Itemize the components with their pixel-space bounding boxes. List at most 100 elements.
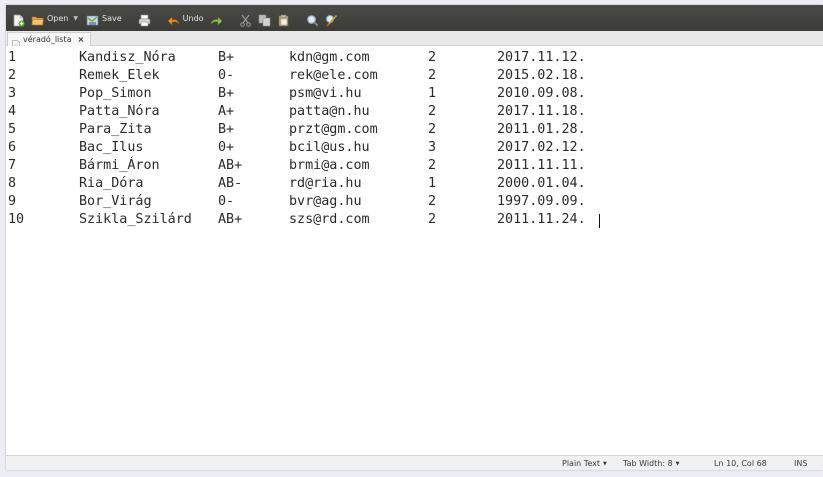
line-date: 2015.02.18. xyxy=(497,68,586,83)
line-id: 1 xyxy=(8,50,17,65)
line-email: bvr@ag.hu xyxy=(289,194,362,209)
line-blood-type: A+ xyxy=(218,104,235,119)
status-bar: Plain Text ▼ Tab Width: 8 ▼ Ln 10, Col 68 … xyxy=(6,455,823,470)
line-date: 2011.11.24. xyxy=(497,212,586,227)
line-count: 2 xyxy=(428,104,437,119)
line-date: 2017.11.12. xyxy=(497,50,586,65)
text-line: 6 Bac_Ilus 0+ bcil@us.hu 3 2017.02.12. xyxy=(8,139,586,157)
line-email: rek@ele.com xyxy=(289,68,378,83)
line-name: Kandisz_Nóra xyxy=(79,50,176,65)
line-email: psm@vi.hu xyxy=(289,86,362,101)
paste-button[interactable] xyxy=(277,12,290,26)
line-id: 4 xyxy=(8,104,17,119)
line-count: 2 xyxy=(428,122,437,137)
tab-document[interactable]: véradó_lista × xyxy=(7,32,92,50)
line-name: Patta_Nóra xyxy=(79,104,160,119)
tab-width-label: Tab Width: 8 xyxy=(623,459,673,468)
text-line: 9 Bor_Virág 0- bvr@ag.hu 2 1997.09.09. xyxy=(8,193,586,211)
tab-bar: véradó_lista × xyxy=(6,31,823,50)
printer-icon xyxy=(138,12,151,26)
open-dropdown-arrow[interactable]: ▼ xyxy=(73,15,78,22)
line-name: Bor_Virág xyxy=(79,194,152,209)
line-id: 3 xyxy=(8,86,17,101)
find-button[interactable] xyxy=(306,12,319,26)
line-date: 2017.02.12. xyxy=(497,140,586,155)
print-button[interactable] xyxy=(138,12,151,26)
line-blood-type: B+ xyxy=(218,50,235,65)
line-name: Bármi_Áron xyxy=(79,158,160,173)
line-count: 1 xyxy=(428,86,437,101)
chevron-down-icon: ▼ xyxy=(675,461,680,467)
language-label: Plain Text xyxy=(562,459,600,468)
line-email: szs@rd.com xyxy=(289,212,370,227)
cursor-position: Ln 10, Col 68 xyxy=(714,459,767,468)
line-count: 1 xyxy=(428,176,437,191)
line-id: 5 xyxy=(8,122,17,137)
line-date: 2010.09.08. xyxy=(497,86,586,101)
text-line: 10 Szikla_Szilárd AB+ szs@rd.com 2 2011.… xyxy=(8,211,586,229)
text-line: 5 Para_Zita B+ przt@gm.com 2 2011.01.28. xyxy=(8,121,586,139)
line-date: 2011.01.28. xyxy=(497,122,586,137)
line-count: 2 xyxy=(428,194,437,209)
chevron-down-icon: ▼ xyxy=(602,461,607,467)
line-email: patta@n.hu xyxy=(289,104,370,119)
text-line: 7 Bármi_Áron AB+ brmi@a.com 2 2011.11.11… xyxy=(8,157,586,175)
undo-button[interactable]: Undo xyxy=(167,12,204,26)
line-blood-type: AB- xyxy=(218,176,243,191)
copy-icon xyxy=(258,12,271,26)
folder-open-icon xyxy=(31,12,44,25)
language-selector[interactable]: Plain Text ▼ xyxy=(562,459,607,468)
text-file-icon xyxy=(12,35,20,50)
text-cursor xyxy=(599,214,600,228)
redo-icon xyxy=(210,12,223,26)
line-blood-type: B+ xyxy=(218,86,235,101)
save-button[interactable]: Save xyxy=(86,12,122,25)
line-id: 7 xyxy=(8,158,17,173)
magnifier-icon xyxy=(306,12,319,26)
line-id: 6 xyxy=(8,140,17,155)
text-line: 8 Ria_Dóra AB- rd@ria.hu 1 2000.01.04. xyxy=(8,175,586,193)
tab-width-selector[interactable]: Tab Width: 8 ▼ xyxy=(623,459,680,468)
line-blood-type: AB+ xyxy=(218,212,243,227)
save-label: Save xyxy=(102,13,122,23)
text-line: 1 Kandisz_Nóra B+ kdn@gm.com 2 2017.11.1… xyxy=(8,49,586,67)
line-id: 8 xyxy=(8,176,17,191)
line-date: 2000.01.04. xyxy=(497,176,586,191)
copy-button[interactable] xyxy=(258,12,271,26)
cut-button[interactable] xyxy=(239,12,252,27)
tab-close-button[interactable]: × xyxy=(77,35,84,44)
line-blood-type: 0- xyxy=(218,68,235,83)
line-count: 2 xyxy=(428,158,437,173)
toolbar: Open ▼ Save Undo xyxy=(6,5,823,31)
line-email: przt@gm.com xyxy=(289,122,378,137)
line-blood-type: AB+ xyxy=(218,158,243,173)
open-button[interactable]: Open ▼ xyxy=(31,12,80,25)
line-count: 2 xyxy=(428,212,437,227)
line-date: 2017.11.18. xyxy=(497,104,586,119)
line-count: 2 xyxy=(428,50,437,65)
redo-button[interactable] xyxy=(210,12,223,26)
tab-label: véradó_lista xyxy=(23,35,72,44)
line-count: 3 xyxy=(428,140,437,155)
new-button[interactable] xyxy=(12,12,25,26)
line-email: bcil@us.hu xyxy=(289,140,370,155)
line-id: 10 xyxy=(8,212,25,227)
find-replace-button[interactable] xyxy=(325,12,338,27)
line-email: brmi@a.com xyxy=(289,158,370,173)
insert-mode: INS xyxy=(794,459,808,468)
save-icon xyxy=(86,12,99,25)
undo-icon xyxy=(167,12,180,26)
line-date: 2011.11.11. xyxy=(497,158,586,173)
line-id: 9 xyxy=(8,194,17,209)
line-email: rd@ria.hu xyxy=(289,176,362,191)
paste-icon xyxy=(277,12,290,26)
find-replace-icon xyxy=(325,12,338,27)
undo-label: Undo xyxy=(182,13,204,23)
editor-window: Open ▼ Save Undo véradó_lista × 1 Kandis… xyxy=(6,5,823,470)
line-name: Szikla_Szilárd xyxy=(79,212,192,227)
text-editor-area[interactable]: 1 Kandisz_Nóra B+ kdn@gm.com 2 2017.11.1… xyxy=(6,46,823,455)
open-label: Open xyxy=(47,13,69,23)
line-name: Remek_Elek xyxy=(79,68,160,83)
line-blood-type: B+ xyxy=(218,122,235,137)
text-line: 2 Remek_Elek 0- rek@ele.com 2 2015.02.18… xyxy=(8,67,586,85)
